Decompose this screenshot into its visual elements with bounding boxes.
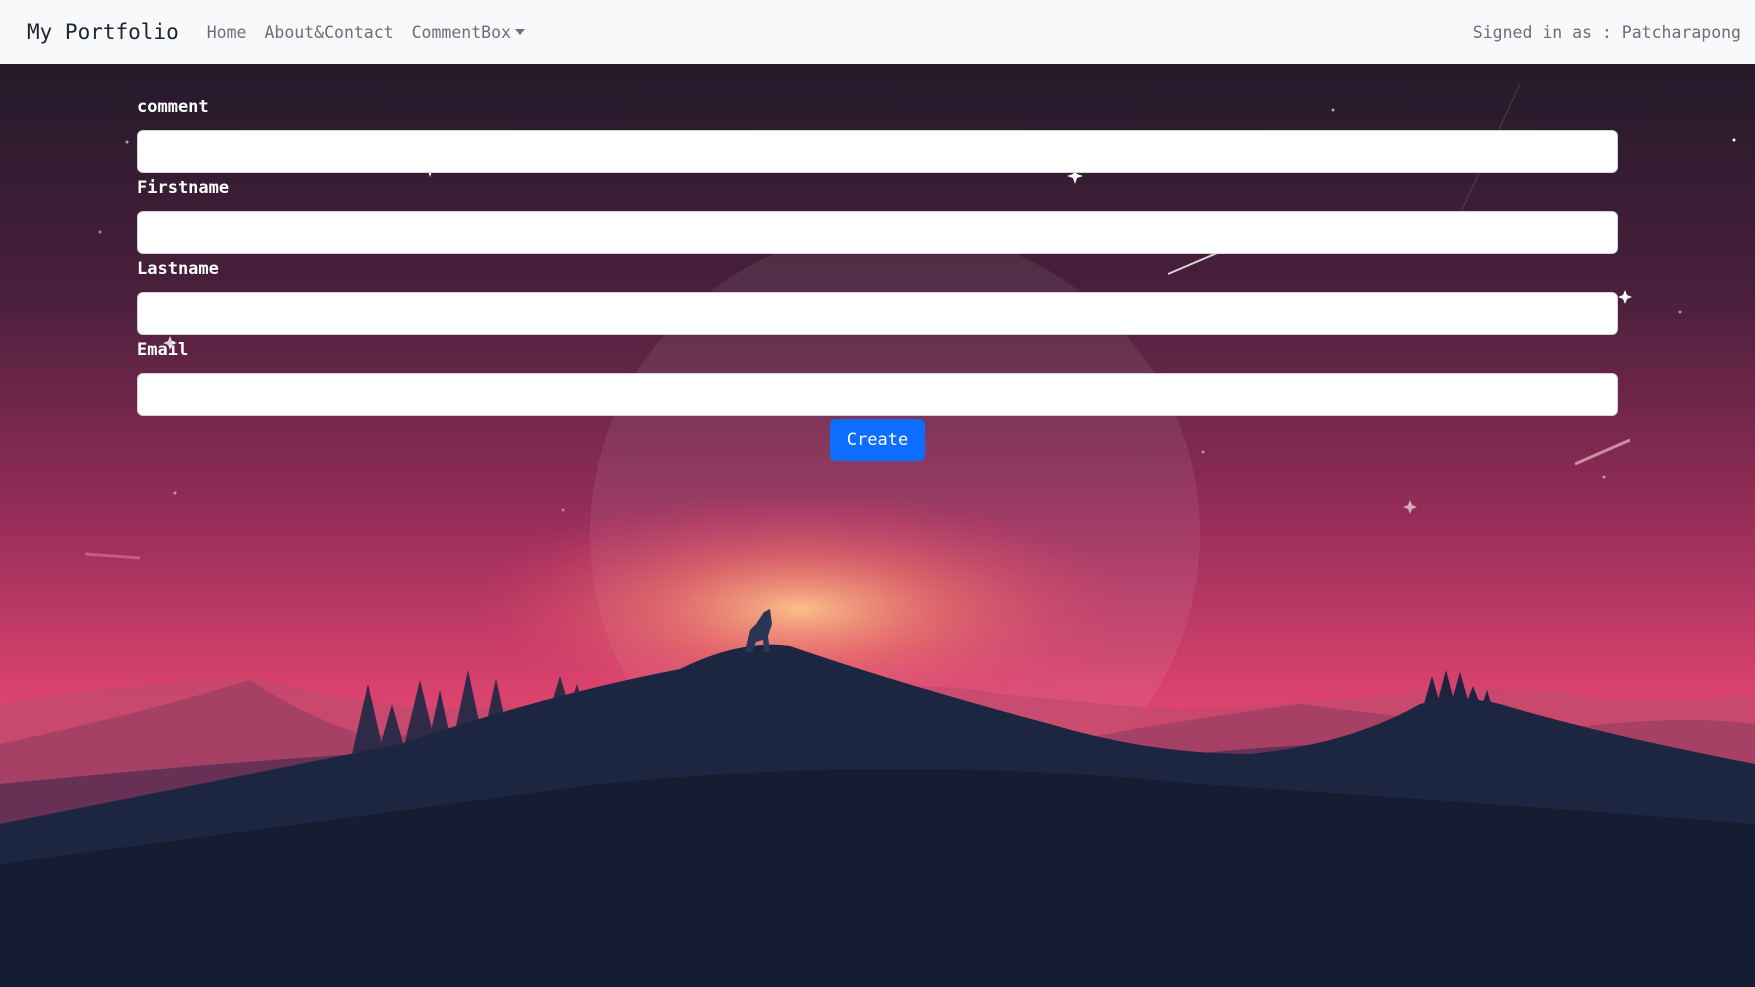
nav-commentbox-dropdown[interactable]: CommentBox [412,23,525,42]
signed-in-text: Signed in as : Patcharapong [1472,22,1741,42]
comment-form: comment Firstname Lastname Email [137,64,1618,416]
comment-label: comment [137,97,209,117]
nav-commentbox-label: CommentBox [411,22,511,42]
caret-down-icon [514,29,525,35]
nav-about-contact[interactable]: About&Contact [264,23,393,42]
navbar: My Portfolio Home About&Contact CommentB… [0,0,1755,64]
nav-home[interactable]: Home [207,23,247,42]
email-label: Email [137,340,189,360]
comment-input[interactable] [137,130,1618,173]
lastname-label: Lastname [137,259,219,279]
brand-logo[interactable]: My Portfolio [27,20,179,44]
firstname-input[interactable] [137,211,1618,254]
lastname-input[interactable] [137,292,1618,335]
firstname-label: Firstname [137,178,230,198]
email-input[interactable] [137,373,1618,416]
create-button[interactable]: Create [830,419,925,461]
